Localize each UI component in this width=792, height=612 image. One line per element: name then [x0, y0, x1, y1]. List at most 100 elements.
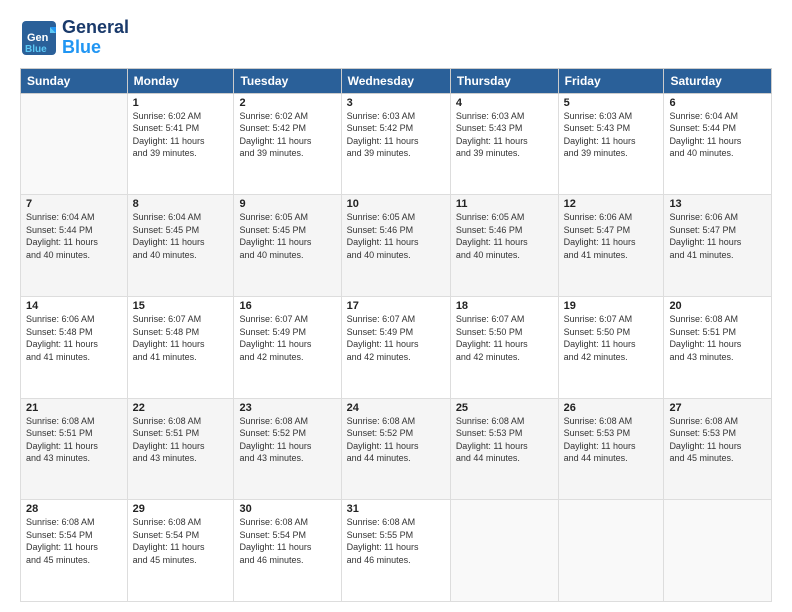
cell-info-line: Sunrise: 6:08 AM	[133, 516, 229, 529]
cell-info-line: and 44 minutes.	[347, 452, 445, 465]
cell-info-line: and 40 minutes.	[26, 249, 122, 262]
cell-info-line: Daylight: 11 hours	[456, 338, 553, 351]
calendar-cell: 18Sunrise: 6:07 AMSunset: 5:50 PMDayligh…	[450, 296, 558, 398]
cell-info-line: Sunrise: 6:08 AM	[26, 516, 122, 529]
day-number: 19	[564, 300, 659, 312]
day-number: 21	[26, 402, 122, 414]
cell-info-line: Sunset: 5:45 PM	[239, 224, 335, 237]
cell-info-line: Sunset: 5:46 PM	[347, 224, 445, 237]
cell-info-line: Sunset: 5:53 PM	[669, 427, 766, 440]
cell-info-line: Sunrise: 6:03 AM	[456, 110, 553, 123]
cell-info-line: and 43 minutes.	[669, 351, 766, 364]
logo-general: General	[62, 18, 129, 38]
week-row-0: 1Sunrise: 6:02 AMSunset: 5:41 PM Daylight…	[21, 93, 772, 195]
cell-info-line: and 39 minutes.	[456, 147, 553, 160]
calendar-cell	[664, 500, 772, 602]
calendar-cell: 21Sunrise: 6:08 AMSunset: 5:51 PMDayligh…	[21, 398, 128, 500]
weekday-sunday: Sunday	[21, 68, 128, 93]
cell-info-line: Sunrise: 6:07 AM	[133, 313, 229, 326]
calendar-cell: 24Sunrise: 6:08 AMSunset: 5:52 PMDayligh…	[341, 398, 450, 500]
calendar-cell: 31Sunrise: 6:08 AMSunset: 5:55 PMDayligh…	[341, 500, 450, 602]
cell-info-line: Sunset: 5:51 PM	[133, 427, 229, 440]
cell-info-line: Daylight: 11 hours	[26, 338, 122, 351]
cell-info-line: Sunset: 5:48 PM	[133, 326, 229, 339]
cell-info-line: and 45 minutes.	[133, 554, 229, 567]
cell-info-line: Sunset: 5:45 PM	[133, 224, 229, 237]
day-number: 13	[669, 198, 766, 210]
cell-info-line: and 40 minutes.	[133, 249, 229, 262]
week-row-1: 7Sunrise: 6:04 AMSunset: 5:44 PMDaylight…	[21, 195, 772, 297]
cell-info-line: Daylight: 11 hours	[564, 135, 659, 148]
day-number: 12	[564, 198, 659, 210]
day-number: 1	[133, 97, 229, 109]
day-number: 15	[133, 300, 229, 312]
cell-info-line: Sunset: 5:51 PM	[669, 326, 766, 339]
cell-info-line: and 43 minutes.	[133, 452, 229, 465]
cell-info-line: Sunrise: 6:03 AM	[347, 110, 445, 123]
cell-info-line: Sunset: 5:55 PM	[347, 529, 445, 542]
cell-info-line: and 45 minutes.	[26, 554, 122, 567]
day-number: 22	[133, 402, 229, 414]
cell-info-line: and 42 minutes.	[564, 351, 659, 364]
calendar-cell: 7Sunrise: 6:04 AMSunset: 5:44 PMDaylight…	[21, 195, 128, 297]
cell-info-line: Sunset: 5:42 PM	[239, 122, 335, 135]
cell-info-line: Sunset: 5:49 PM	[239, 326, 335, 339]
day-number: 25	[456, 402, 553, 414]
cell-info-line: and 44 minutes.	[456, 452, 553, 465]
cell-info-line: Sunrise: 6:02 AM	[133, 110, 229, 123]
cell-info-line: Sunset: 5:49 PM	[347, 326, 445, 339]
calendar-cell: 22Sunrise: 6:08 AMSunset: 5:51 PMDayligh…	[127, 398, 234, 500]
cell-info-line: and 39 minutes.	[347, 147, 445, 160]
cell-info-line: Sunset: 5:43 PM	[456, 122, 553, 135]
weekday-header-row: SundayMondayTuesdayWednesdayThursdayFrid…	[21, 68, 772, 93]
cell-info-line: Sunrise: 6:07 AM	[347, 313, 445, 326]
day-number: 14	[26, 300, 122, 312]
cell-info-line: Daylight: 11 hours	[239, 135, 335, 148]
cell-info-line: Sunset: 5:54 PM	[239, 529, 335, 542]
calendar-cell: 14Sunrise: 6:06 AMSunset: 5:48 PMDayligh…	[21, 296, 128, 398]
cell-info-line: Sunrise: 6:04 AM	[133, 211, 229, 224]
cell-info-line: Sunrise: 6:04 AM	[669, 110, 766, 123]
day-number: 11	[456, 198, 553, 210]
cell-info-line: Sunrise: 6:08 AM	[456, 415, 553, 428]
cell-info-line: Daylight: 11 hours	[669, 338, 766, 351]
cell-info-line: Sunset: 5:41 PM	[133, 122, 229, 135]
calendar-cell: 29Sunrise: 6:08 AMSunset: 5:54 PMDayligh…	[127, 500, 234, 602]
cell-info-line: Daylight: 11 hours	[347, 440, 445, 453]
cell-info-line: and 43 minutes.	[239, 452, 335, 465]
cell-info-line: Daylight: 11 hours	[133, 541, 229, 554]
cell-info-line: and 42 minutes.	[456, 351, 553, 364]
cell-info-line: Sunset: 5:48 PM	[26, 326, 122, 339]
calendar-table: SundayMondayTuesdayWednesdayThursdayFrid…	[20, 68, 772, 602]
calendar-cell: 2Sunrise: 6:02 AMSunset: 5:42 PMDaylight…	[234, 93, 341, 195]
day-number: 9	[239, 198, 335, 210]
calendar-cell: 12Sunrise: 6:06 AMSunset: 5:47 PMDayligh…	[558, 195, 664, 297]
day-number: 7	[26, 198, 122, 210]
cell-info-line: Sunrise: 6:04 AM	[26, 211, 122, 224]
cell-info-line: Sunrise: 6:08 AM	[239, 415, 335, 428]
cell-info-line: Sunset: 5:53 PM	[564, 427, 659, 440]
calendar-cell: 15Sunrise: 6:07 AMSunset: 5:48 PMDayligh…	[127, 296, 234, 398]
day-number: 30	[239, 503, 335, 515]
cell-info-line: Sunrise: 6:07 AM	[456, 313, 553, 326]
day-number: 29	[133, 503, 229, 515]
cell-info-line: and 39 minutes.	[564, 147, 659, 160]
cell-info-line: and 46 minutes.	[347, 554, 445, 567]
cell-info-line: and 45 minutes.	[669, 452, 766, 465]
cell-info-line: Sunset: 5:47 PM	[669, 224, 766, 237]
calendar-cell: 27Sunrise: 6:08 AMSunset: 5:53 PMDayligh…	[664, 398, 772, 500]
cell-info-line: Sunrise: 6:06 AM	[669, 211, 766, 224]
day-number: 17	[347, 300, 445, 312]
cell-info-line: Daylight: 11 hours	[347, 236, 445, 249]
cell-info-line: Daylight: 11 hours	[669, 236, 766, 249]
day-number: 3	[347, 97, 445, 109]
cell-info-line: Sunset: 5:42 PM	[347, 122, 445, 135]
calendar-cell: 11Sunrise: 6:05 AMSunset: 5:46 PMDayligh…	[450, 195, 558, 297]
cell-info-line: Daylight: 11 hours	[669, 135, 766, 148]
cell-info-line: Daylight: 11 hours	[564, 338, 659, 351]
cell-info-line: Daylight: 11 hours	[239, 440, 335, 453]
calendar-cell: 9Sunrise: 6:05 AMSunset: 5:45 PMDaylight…	[234, 195, 341, 297]
cell-info-line: Sunrise: 6:05 AM	[239, 211, 335, 224]
calendar-cell: 5Sunrise: 6:03 AMSunset: 5:43 PMDaylight…	[558, 93, 664, 195]
calendar-cell: 3Sunrise: 6:03 AMSunset: 5:42 PMDaylight…	[341, 93, 450, 195]
